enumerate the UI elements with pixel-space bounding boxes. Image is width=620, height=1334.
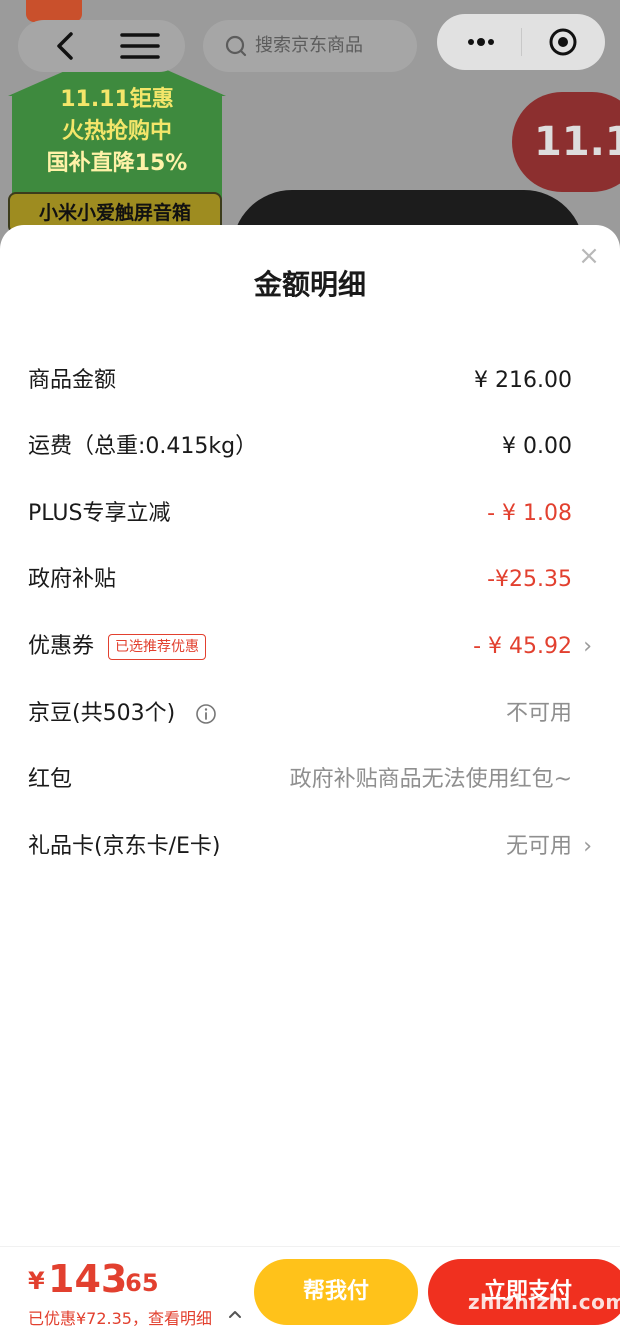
miniprogram-capsule [437, 14, 605, 70]
price-decimal: .65 [116, 1269, 159, 1297]
row-label: 优惠券 [28, 634, 95, 659]
watermark: zhizhizhi.com [468, 1290, 620, 1314]
row-item-amount: 商品金额 ¥ 216.00 [0, 353, 620, 409]
row-jingdou: 京豆(共503个) 不可用 [0, 686, 620, 742]
search-icon [225, 35, 247, 57]
chevron-right-icon: › [583, 634, 592, 659]
saved-detail-link[interactable]: 已优惠¥72.35，查看明细 [28, 1305, 212, 1329]
back-icon[interactable] [46, 26, 86, 66]
row-value: ¥ 0.00 [502, 434, 572, 459]
coupon-tag: 已选推荐优惠 [108, 634, 206, 660]
promo-line-3: 国补直降15% [46, 151, 188, 176]
row-label: PLUS专享立减 [28, 501, 171, 526]
row-label: 京豆(共503个) [28, 701, 176, 726]
row-value: - ¥ 45.92 [473, 634, 572, 659]
price-currency: ¥ [28, 1267, 45, 1295]
row-plus-discount: PLUS专享立减 - ¥ 1.08 [0, 486, 620, 542]
background-page: 11.11钜惠 火热抢购中 国补直降15% 小米小爱触屏音箱 11.11 搜索京… [0, 0, 620, 260]
chevron-right-icon: › [583, 834, 592, 859]
capsule-divider [521, 28, 522, 56]
chevron-up-icon[interactable] [226, 1305, 244, 1323]
help-pay-button[interactable]: 帮我付 [254, 1259, 418, 1325]
row-gov-subsidy: 政府补贴 -¥25.35 [0, 552, 620, 608]
row-value: - ¥ 1.08 [487, 501, 572, 526]
row-value: 政府补贴商品无法使用红包~ [289, 767, 572, 792]
row-label: 运费（总重:0.415kg） [28, 434, 258, 459]
row-value: -¥25.35 [487, 567, 572, 592]
event-badge: 11.11 [512, 92, 620, 192]
search-bar[interactable]: 搜索京东商品 [203, 20, 417, 72]
menu-icon[interactable] [118, 28, 162, 64]
sheet-title: 金额明细 [253, 268, 366, 301]
info-icon[interactable] [195, 703, 217, 725]
target-close-icon[interactable] [547, 26, 579, 58]
row-label: 红包 [28, 767, 73, 792]
brand-logo [26, 0, 82, 22]
promo-line-1: 11.11钜惠 [60, 87, 174, 112]
search-placeholder: 搜索京东商品 [255, 35, 363, 56]
row-value: 不可用 [505, 701, 572, 726]
row-value: 无可用 [505, 834, 572, 859]
row-coupon[interactable]: 优惠券 已选推荐优惠 - ¥ 45.92 › [0, 619, 620, 675]
row-label: 政府补贴 [28, 567, 117, 592]
row-gift-card[interactable]: 礼品卡(京东卡/E卡) 无可用 › [0, 819, 620, 875]
row-shipping: 运费（总重:0.415kg） ¥ 0.00 [0, 419, 620, 475]
row-red-packet: 红包 政府补贴商品无法使用红包~ [0, 752, 620, 808]
row-label: 礼品卡(京东卡/E卡) [28, 834, 221, 859]
amount-detail-sheet: × 金额明细 商品金额 ¥ 216.00 运费（总重:0.415kg） ¥ 0.… [0, 225, 620, 1334]
promo-line-2: 火热抢购中 [61, 119, 172, 144]
more-icon[interactable] [459, 14, 503, 70]
row-value: ¥ 216.00 [474, 368, 572, 393]
row-label: 商品金额 [28, 368, 117, 393]
